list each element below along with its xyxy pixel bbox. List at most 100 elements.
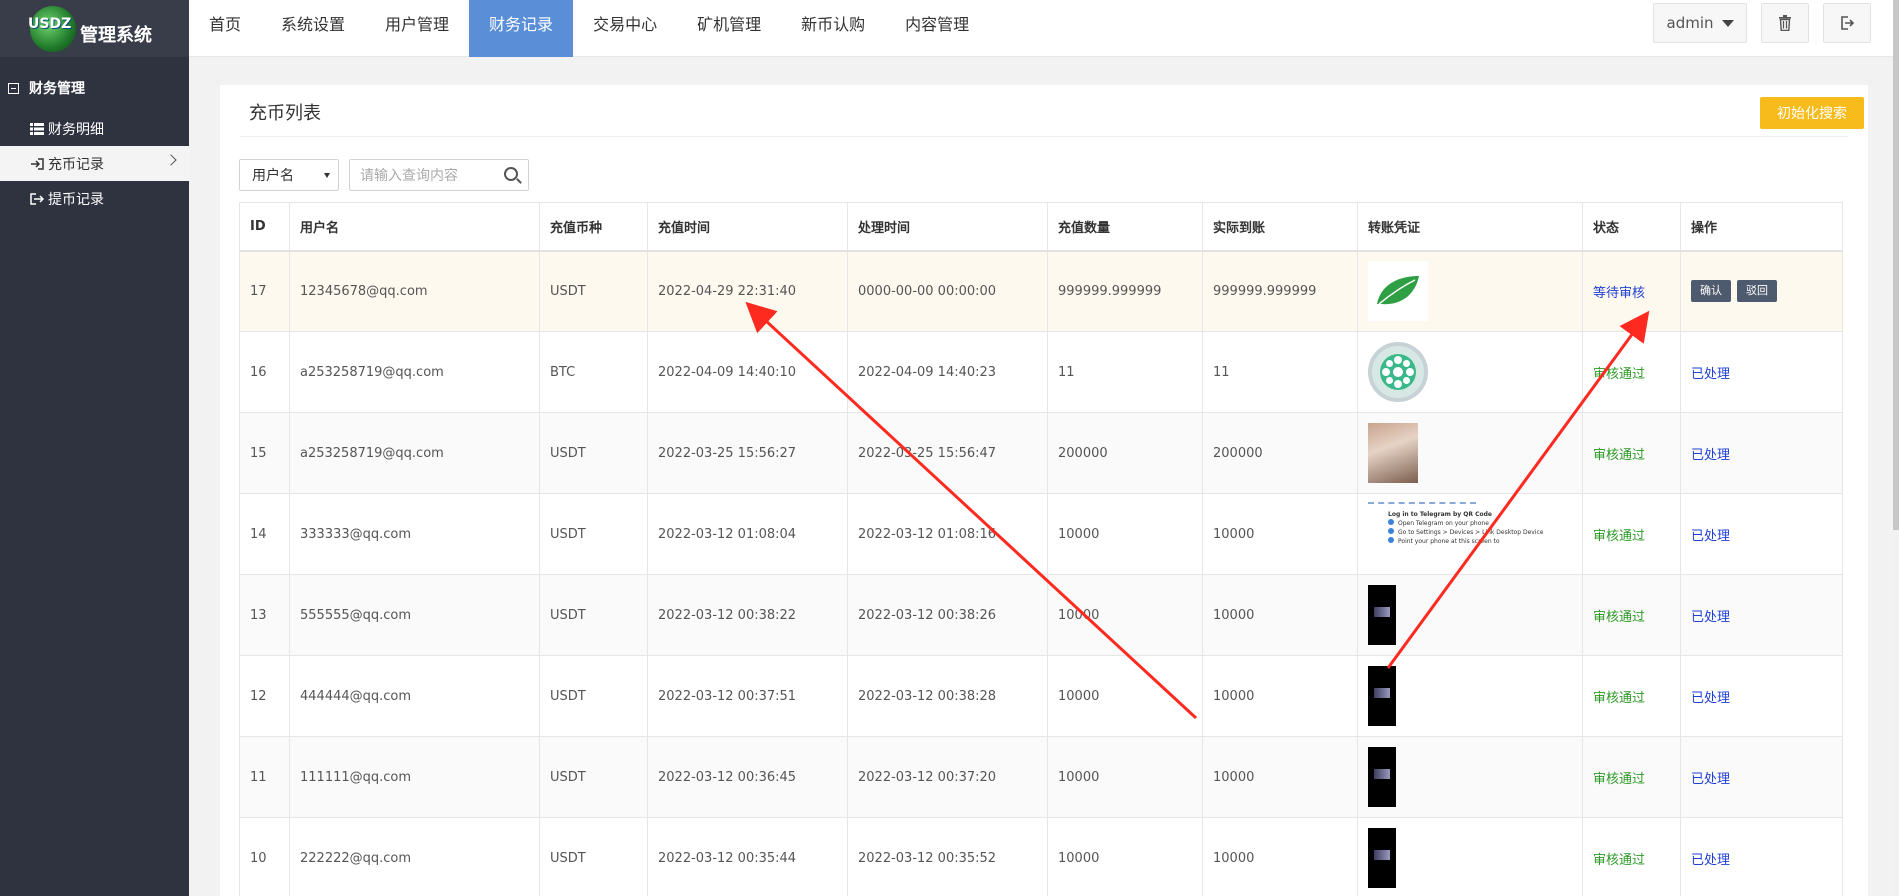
cell-actions: 确认 驳回: [1680, 250, 1843, 332]
nav-system-settings[interactable]: 系统设置: [261, 0, 365, 57]
voucher-doc-line-text: Point your phone at this screen to: [1398, 538, 1500, 545]
status-badge: 审核通过: [1593, 366, 1646, 382]
column-header[interactable]: 用户名: [289, 202, 540, 252]
cell-coin: USDT: [539, 493, 648, 575]
cell-deposit-time: 2022-03-12 00:37:51: [647, 655, 848, 737]
cell-actual-amount: 11: [1202, 331, 1358, 413]
voucher-doc-line: Point your phone at this screen to: [1388, 537, 1500, 546]
voucher-thumbnail[interactable]: [1368, 342, 1428, 402]
nav-new-coin-subscription[interactable]: 新币认购: [781, 0, 885, 57]
voucher-thumbnail[interactable]: [1368, 423, 1418, 483]
cell-id: 12: [239, 655, 290, 737]
sidebar: 财务管理 财务明细 充币记录 提币记录: [0, 57, 189, 896]
step-dot-icon: [1388, 519, 1394, 525]
column-header[interactable]: 操作: [1680, 202, 1843, 252]
processed-link[interactable]: 已处理: [1691, 772, 1730, 787]
cell-actions: 已处理: [1680, 412, 1843, 494]
cell-amount: 10000: [1047, 493, 1203, 575]
cell-id: 17: [239, 250, 290, 332]
confirm-button[interactable]: 确认: [1691, 280, 1731, 303]
column-header[interactable]: 充值数量: [1047, 202, 1203, 252]
voucher-thumbnail[interactable]: [1368, 261, 1428, 322]
sidebar-group-finance[interactable]: 财务管理: [0, 65, 189, 111]
processed-link[interactable]: 已处理: [1691, 691, 1730, 706]
column-header[interactable]: 实际到账: [1202, 202, 1358, 252]
search-placeholder: 请输入查询内容: [360, 168, 458, 184]
chevron-right-icon: [165, 154, 177, 166]
search-field-select[interactable]: 用户名: [239, 159, 339, 191]
cell-coin: USDT: [539, 412, 648, 494]
nav-content-management[interactable]: 内容管理: [885, 0, 989, 57]
list-icon: [30, 122, 44, 135]
app-logo[interactable]: USDZ 管理系统: [0, 0, 189, 57]
voucher-thumbnail[interactable]: [1368, 747, 1396, 807]
cell-status: 审核通过: [1582, 493, 1681, 575]
cell-deposit-time: 2022-03-12 00:38:22: [647, 574, 848, 656]
clear-cache-button[interactable]: [1761, 3, 1809, 43]
voucher-thumbnail[interactable]: [1368, 585, 1396, 645]
cell-process-time: 0000-00-00 00:00:00: [847, 250, 1048, 332]
cell-actions: 已处理: [1680, 331, 1843, 413]
cell-status: 等待审核: [1582, 250, 1681, 332]
cell-id: 13: [239, 574, 290, 656]
cell-process-time: 2022-03-12 00:35:52: [847, 817, 1048, 896]
cell-amount: 11: [1047, 331, 1203, 413]
search-icon[interactable]: [504, 167, 518, 181]
page-scrollbar[interactable]: [1893, 0, 1899, 896]
processed-link[interactable]: 已处理: [1691, 853, 1730, 868]
voucher-thumbnail[interactable]: Log in to Telegram by QR Code Open Teleg…: [1368, 502, 1543, 566]
voucher-thumbnail[interactable]: [1368, 828, 1396, 888]
cell-process-time: 2022-03-12 00:38:28: [847, 655, 1048, 737]
column-header[interactable]: 转账凭证: [1357, 202, 1583, 252]
cell-amount: 10000: [1047, 736, 1203, 818]
logout-button[interactable]: [1823, 3, 1871, 43]
nav-finance-records[interactable]: 财务记录: [469, 0, 574, 57]
column-header[interactable]: 充值币种: [539, 202, 648, 252]
table-row: 10 222222@qq.com USDT 2022-03-12 00:35:4…: [239, 817, 1843, 896]
cell-voucher: [1357, 574, 1583, 656]
nav-user-management[interactable]: 用户管理: [365, 0, 469, 57]
voucher-thumbnail[interactable]: [1368, 666, 1396, 726]
cell-process-time: 2022-03-12 00:37:20: [847, 736, 1048, 818]
nav-trading-center[interactable]: 交易中心: [573, 0, 677, 57]
sidebar-item-label: 提币记录: [48, 191, 104, 208]
admin-user-menu[interactable]: admin: [1653, 3, 1747, 43]
search-field-value: 用户名: [252, 168, 294, 184]
cell-process-time: 2022-04-09 14:40:23: [847, 331, 1048, 413]
app-title: 管理系统: [80, 24, 152, 46]
reject-button[interactable]: 驳回: [1737, 280, 1777, 303]
cell-status: 审核通过: [1582, 736, 1681, 818]
search-input[interactable]: 请输入查询内容: [349, 159, 529, 191]
nav-home[interactable]: 首页: [189, 0, 261, 57]
processed-link[interactable]: 已处理: [1691, 367, 1730, 382]
cell-status: 审核通过: [1582, 655, 1681, 737]
nav-miner-management[interactable]: 矿机管理: [677, 0, 781, 57]
processed-link[interactable]: 已处理: [1691, 529, 1730, 544]
cell-voucher: [1357, 655, 1583, 737]
sidebar-item-label: 财务明细: [48, 121, 104, 138]
status-badge: 审核通过: [1593, 690, 1646, 706]
cell-deposit-time: 2022-03-25 15:56:27: [647, 412, 848, 494]
init-search-button[interactable]: 初始化搜索: [1760, 97, 1864, 129]
page-title: 充币列表: [249, 103, 321, 124]
column-header[interactable]: 状态: [1582, 202, 1681, 252]
table-row: 12 444444@qq.com USDT 2022-03-12 00:37:5…: [239, 655, 1843, 737]
column-header[interactable]: 充值时间: [647, 202, 848, 252]
cell-coin: USDT: [539, 655, 648, 737]
status-badge: 审核通过: [1593, 528, 1646, 544]
logo-badge-text: USDZ: [28, 15, 72, 32]
cell-status: 审核通过: [1582, 817, 1681, 896]
processed-link[interactable]: 已处理: [1691, 610, 1730, 625]
sidebar-item-withdraw-records[interactable]: 提币记录: [0, 181, 189, 216]
cell-voucher: [1357, 250, 1583, 332]
column-header[interactable]: ID: [239, 202, 290, 252]
column-header[interactable]: 处理时间: [847, 202, 1048, 252]
processed-link[interactable]: 已处理: [1691, 448, 1730, 463]
cell-deposit-time: 2022-03-12 00:35:44: [647, 817, 848, 896]
sidebar-item-finance-detail[interactable]: 财务明细: [0, 111, 189, 146]
cell-actual-amount: 10000: [1202, 736, 1358, 818]
scrollbar-thumb[interactable]: [1893, 0, 1899, 530]
cell-username: 333333@qq.com: [289, 493, 540, 575]
sidebar-item-deposit-records[interactable]: 充币记录: [0, 146, 189, 181]
globe-logo-icon: USDZ: [28, 5, 76, 52]
